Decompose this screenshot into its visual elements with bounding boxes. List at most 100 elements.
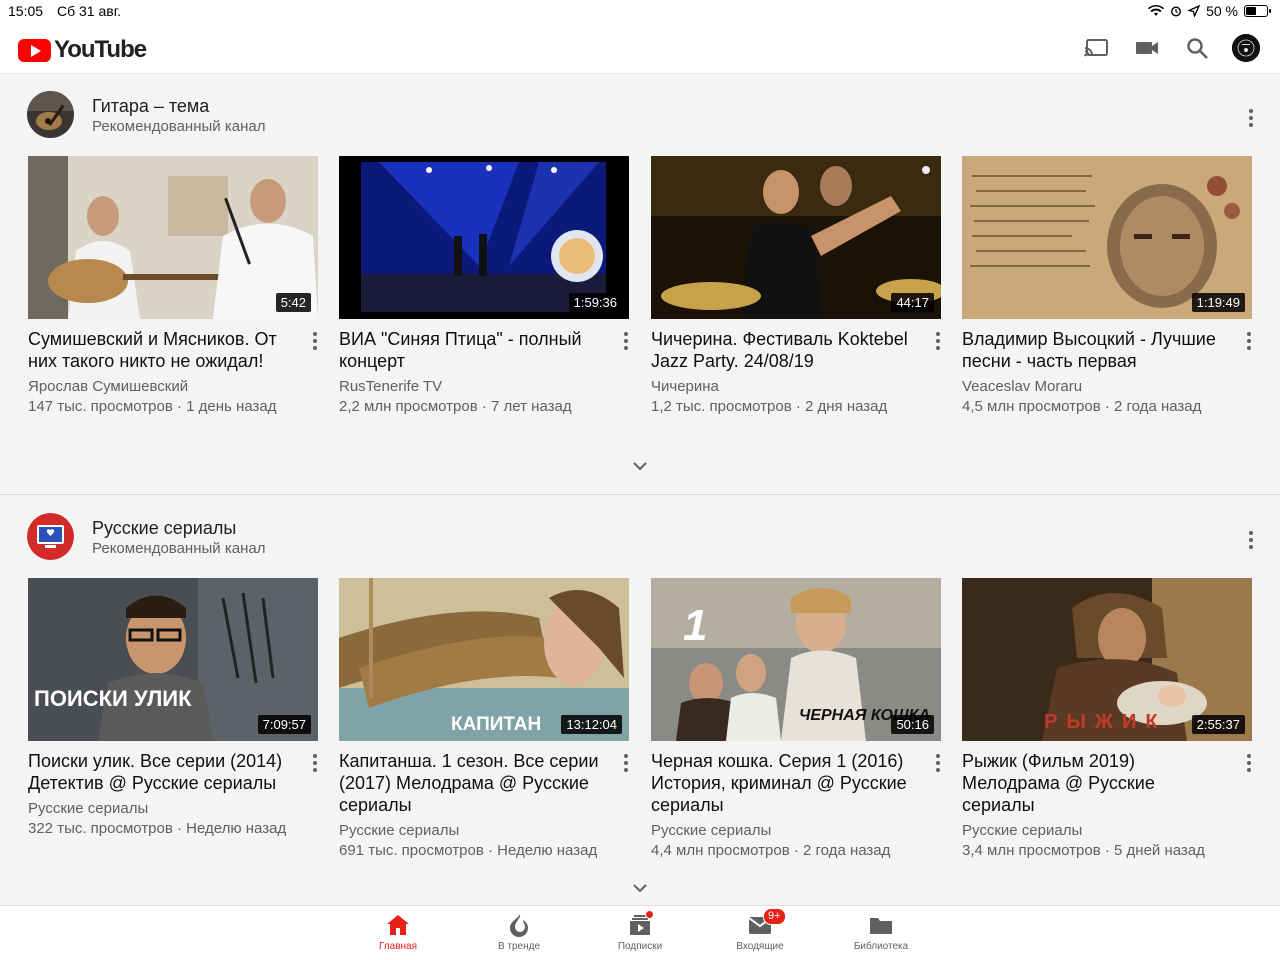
guitar-channel-avatar-image — [27, 91, 74, 138]
channel-subtitle: Рекомендованный канал — [92, 540, 266, 557]
video-card[interactable]: 1 ЧЕРНАЯ КОШКА 50:16 Черная кошка. Серия… — [651, 578, 941, 859]
video-thumbnail[interactable]: 44:17 — [651, 156, 941, 319]
video-title[interactable]: Владимир Высоцкий - Лучшие песни - часть… — [962, 328, 1230, 372]
video-channel[interactable]: RusTenerife TV — [339, 377, 629, 397]
home-icon — [387, 915, 409, 935]
video-duration: 1:59:36 — [568, 293, 622, 312]
battery-icon — [1244, 5, 1271, 17]
channel-title[interactable]: Русские сериалы — [92, 518, 236, 539]
video-thumbnail[interactable]: ПОИСКИ УЛИК 7:09:57 — [28, 578, 318, 741]
video-title[interactable]: Сумишевский и Мясников. От них такого ни… — [28, 328, 296, 372]
video-stats: 322 тыс. просмотров · Неделю назад — [28, 820, 287, 837]
video-stats: 3,4 млн просмотров · 5 дней назад — [962, 842, 1205, 859]
video-thumbnail[interactable]: 1 ЧЕРНАЯ КОШКА 50:16 — [651, 578, 941, 741]
shelf-more-icon[interactable] — [1248, 109, 1254, 127]
video-channel[interactable]: Ярослав Сумишевский — [28, 377, 318, 397]
nav-home[interactable]: Главная — [348, 912, 448, 952]
expand-chevron-icon[interactable] — [632, 883, 648, 893]
video-more-icon[interactable] — [1246, 754, 1252, 772]
video-card[interactable]: 5:42 Сумишевский и Мясников. От них тако… — [28, 156, 318, 415]
video-duration: 44:17 — [891, 293, 934, 312]
logo-wordmark: YouTube — [54, 36, 147, 63]
video-more-icon[interactable] — [623, 332, 629, 350]
channel-avatar-russian-series[interactable] — [27, 513, 74, 560]
video-title[interactable]: Чичерина. Фестиваль Koktebel Jazz Party.… — [651, 328, 919, 372]
video-card[interactable]: КАПИТАН 13:12:04 Капитанша. 1 сезон. Все… — [339, 578, 629, 859]
status-bar: 15:05 Сб 31 авг. 50 % — [0, 0, 1280, 22]
nav-label: Подписки — [617, 941, 663, 952]
video-card[interactable]: 1:59:36 ВИА "Синяя Птица" - полный конце… — [339, 156, 629, 415]
channel-avatar-guitar[interactable] — [27, 91, 74, 138]
video-thumbnail[interactable]: РЫЖИК 2:55:37 — [962, 578, 1252, 741]
video-more-icon[interactable] — [935, 332, 941, 350]
thumbnail-image-singers — [28, 156, 318, 319]
battery-fill — [1246, 7, 1256, 15]
channel-subtitle: Рекомендованный канал — [92, 118, 266, 135]
video-thumbnail[interactable]: 5:42 — [28, 156, 318, 319]
location-arrow-icon — [1188, 5, 1201, 17]
nav-subscriptions[interactable]: Подписки — [590, 910, 690, 952]
shelf-more-icon[interactable] — [1248, 531, 1254, 549]
video-thumbnail[interactable]: КАПИТАН 13:12:04 — [339, 578, 629, 741]
flame-icon — [510, 914, 528, 937]
library-folder-icon — [870, 918, 892, 934]
channel-title[interactable]: Гитара – тема — [92, 96, 209, 117]
video-stats: 147 тыс. просмотров · 1 день назад — [28, 398, 277, 415]
thumbnail-overlay-number: 1 — [683, 601, 707, 650]
wifi-icon — [1148, 5, 1165, 17]
youtube-play-icon — [18, 38, 51, 62]
video-duration: 5:42 — [275, 293, 311, 312]
video-duration: 7:09:57 — [257, 715, 311, 734]
video-card[interactable]: РЫЖИК 2:55:37 Рыжик (Фильм 2019) Мелодра… — [962, 578, 1252, 859]
video-more-icon[interactable] — [935, 754, 941, 772]
video-more-icon[interactable] — [312, 332, 318, 350]
nav-trending[interactable]: В тренде — [469, 912, 569, 952]
alarm-icon — [1171, 6, 1182, 17]
video-title[interactable]: Поиски улик. Все серии (2014) Детектив @… — [28, 750, 296, 794]
video-channel[interactable]: Русские сериалы — [651, 821, 941, 841]
youtube-logo[interactable]: YouTube — [18, 36, 147, 64]
shelf-russian-series: Русские сериалы Рекомендованный канал ПО… — [0, 497, 1280, 905]
nav-label: Входящие — [736, 941, 784, 952]
video-duration: 2:55:37 — [1191, 715, 1245, 734]
nav-label: Главная — [378, 941, 418, 952]
video-title[interactable]: Рыжик (Фильм 2019) Мелодрама @ Русские с… — [962, 750, 1230, 816]
video-more-icon[interactable] — [312, 754, 318, 772]
video-title[interactable]: Черная кошка. Серия 1 (2016) История, кр… — [651, 750, 919, 816]
video-channel[interactable]: Чичерина — [651, 377, 941, 397]
video-channel[interactable]: Русские сериалы — [28, 799, 318, 819]
video-card[interactable]: 44:17 Чичерина. Фестиваль Koktebel Jazz … — [651, 156, 941, 415]
video-channel[interactable]: Veaceslav Moraru — [962, 377, 1252, 397]
video-channel[interactable]: Русские сериалы — [339, 821, 629, 841]
expand-chevron-icon[interactable] — [632, 461, 648, 471]
video-camera-icon[interactable] — [1133, 34, 1161, 62]
status-right: 50 % — [1148, 3, 1271, 19]
status-time: 15:05 — [8, 3, 44, 19]
thumbnail-overlay-text: ПОИСКИ УЛИК — [34, 686, 192, 711]
video-duration: 13:12:04 — [561, 715, 622, 734]
account-avatar[interactable] — [1232, 34, 1260, 62]
video-title[interactable]: ВИА "Синяя Птица" - полный концерт — [339, 328, 607, 372]
video-more-icon[interactable] — [623, 754, 629, 772]
nav-label: В тренде — [497, 941, 541, 952]
video-stats: 4,5 млн просмотров · 2 года назад — [962, 398, 1202, 415]
bottom-navigation: Главная В тренде Подписки 9+ Входящие Би… — [0, 905, 1280, 960]
video-card[interactable]: 1:19:49 Владимир Высоцкий - Лучшие песни… — [962, 156, 1252, 415]
video-more-icon[interactable] — [1246, 332, 1252, 350]
account-avatar-icon — [1232, 34, 1260, 62]
new-content-dot — [645, 910, 654, 919]
shelf-guitar: Гитара – тема Рекомендованный канал 5:42… — [0, 75, 1280, 495]
video-card[interactable]: ПОИСКИ УЛИК 7:09:57 Поиски улик. Все сер… — [28, 578, 318, 858]
video-channel[interactable]: Русские сериалы — [962, 821, 1252, 841]
nav-library[interactable]: Библиотека — [831, 912, 931, 952]
video-thumbnail[interactable]: 1:19:49 — [962, 156, 1252, 319]
russian-series-channel-avatar-image — [27, 513, 74, 560]
video-duration: 50:16 — [891, 715, 934, 734]
video-stats: 4,4 млн просмотров · 2 года назад — [651, 842, 891, 859]
cast-icon[interactable] — [1082, 34, 1110, 62]
thumbnail-overlay-text: РЫЖИК — [1044, 711, 1167, 733]
video-thumbnail[interactable]: 1:59:36 — [339, 156, 629, 319]
video-title[interactable]: Капитанша. 1 сезон. Все серии (2017) Мел… — [339, 750, 607, 816]
search-icon[interactable] — [1183, 34, 1211, 62]
nav-inbox[interactable]: 9+ Входящие — [710, 908, 810, 952]
